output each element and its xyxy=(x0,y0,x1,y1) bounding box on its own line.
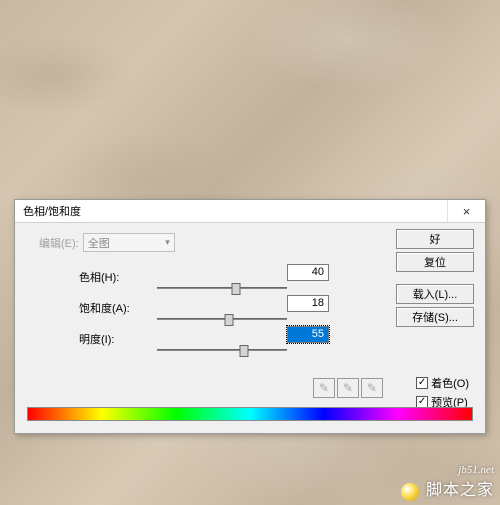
eyedropper-add-icon[interactable]: ✎ xyxy=(337,378,359,398)
dialog-title: 色相/饱和度 xyxy=(23,203,81,219)
hue-thumb[interactable] xyxy=(232,283,241,295)
hue-saturation-dialog: 色相/饱和度 × 编辑(E): 全图 ▾ 色相(H): 40 xyxy=(14,199,486,434)
chevron-down-icon: ▾ xyxy=(165,237,170,248)
colorize-checkbox[interactable]: ✓ xyxy=(416,377,428,389)
eyedropper-icon[interactable]: ✎ xyxy=(313,378,335,398)
lightness-slider[interactable] xyxy=(157,349,287,351)
lightness-label: 明度(I): xyxy=(79,331,147,347)
saturation-label: 饱和度(A): xyxy=(79,300,147,316)
button-column: 好 复位 载入(L)... 存储(S)... xyxy=(396,229,474,327)
edit-select-value: 全图 xyxy=(88,235,110,251)
lightness-value[interactable]: 55 xyxy=(287,326,329,343)
eyedropper-subtract-icon[interactable]: ✎ xyxy=(361,378,383,398)
lightness-slider-wrap: 55 xyxy=(157,326,329,351)
watermark-text: 脚本之家 xyxy=(426,482,494,499)
lightness-thumb[interactable] xyxy=(240,345,249,357)
saturation-value[interactable]: 18 xyxy=(287,295,329,312)
close-icon: × xyxy=(463,204,471,219)
checkbox-group: ✓ 着色(O) ✓ 预览(P) xyxy=(416,375,469,410)
saturation-row: 饱和度(A): 18 xyxy=(79,295,329,320)
saturation-slider-wrap: 18 xyxy=(157,295,329,320)
saturation-slider[interactable] xyxy=(157,318,287,320)
hue-value[interactable]: 40 xyxy=(287,264,329,281)
colorize-label: 着色(O) xyxy=(431,375,469,391)
eyedropper-group: ✎ ✎ ✎ xyxy=(313,378,383,398)
close-button[interactable]: × xyxy=(447,200,485,222)
hue-slider-wrap: 40 xyxy=(157,264,329,289)
watermark: jb51.net 脚本之家 xyxy=(401,464,494,501)
hue-spectrum-bar xyxy=(27,407,473,421)
ok-button[interactable]: 好 xyxy=(396,229,474,249)
hue-row: 色相(H): 40 xyxy=(79,264,329,289)
watermark-url: jb51.net xyxy=(458,464,494,476)
lightness-row: 明度(I): 55 xyxy=(79,326,329,351)
saturation-thumb[interactable] xyxy=(224,314,233,326)
watermark-logo-icon xyxy=(401,483,419,501)
dialog-body: 编辑(E): 全图 ▾ 色相(H): 40 饱和度(A): 18 xyxy=(15,223,485,433)
hue-label: 色相(H): xyxy=(79,269,147,285)
edit-select[interactable]: 全图 ▾ xyxy=(83,233,175,252)
colorize-checkbox-row[interactable]: ✓ 着色(O) xyxy=(416,375,469,391)
load-button[interactable]: 载入(L)... xyxy=(396,284,474,304)
edit-label: 编辑(E): xyxy=(39,235,79,251)
titlebar[interactable]: 色相/饱和度 × xyxy=(15,200,485,223)
save-button[interactable]: 存储(S)... xyxy=(396,307,474,327)
sliders-group: 色相(H): 40 饱和度(A): 18 明度(I): xyxy=(79,264,329,351)
reset-button[interactable]: 复位 xyxy=(396,252,474,272)
hue-slider[interactable] xyxy=(157,287,287,289)
